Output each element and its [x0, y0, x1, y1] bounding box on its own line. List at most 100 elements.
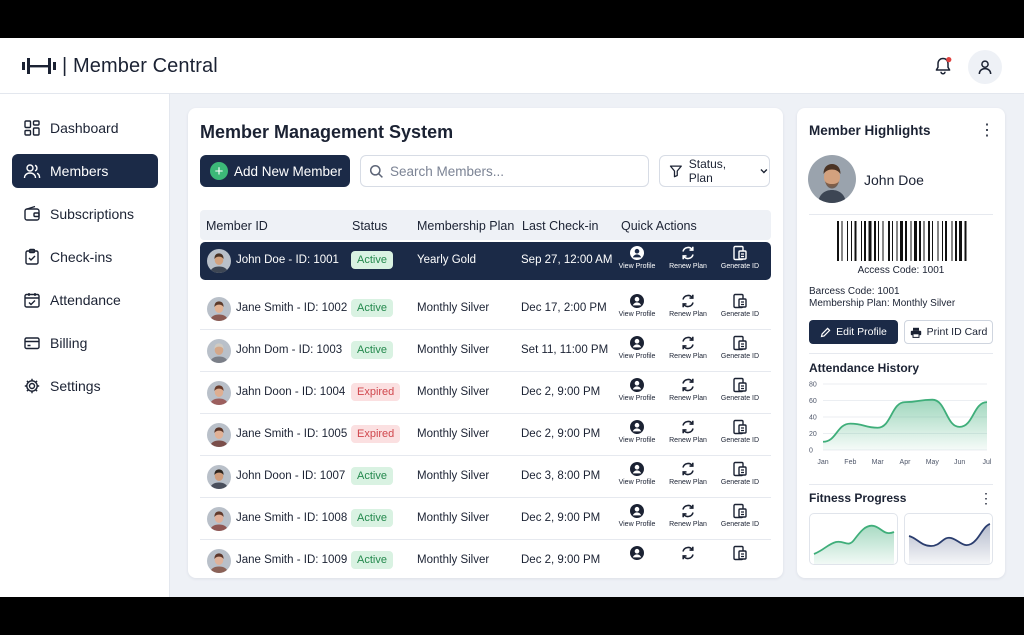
view-profile-button[interactable]: View Profile [612, 503, 662, 528]
generate-id-button[interactable]: Generate ID [715, 503, 765, 528]
y-tick-label: 80 [809, 382, 817, 389]
print-id-card-button[interactable]: Print ID Card [904, 320, 993, 344]
x-tick-label: Jun [954, 459, 965, 466]
sidebar-item-settings[interactable]: Settings [12, 369, 158, 403]
view-profile-button[interactable]: View Profile [612, 245, 662, 270]
last-check-in: Dec 3, 8:00 PM [521, 470, 601, 482]
sidebar-item-dashboard[interactable]: Dashboard [12, 111, 158, 145]
table-row[interactable]: John Doon - ID: 1007 Active Monthly Silver… [200, 456, 771, 498]
member-highlights-panel: Member Highlights ⋮ John Doe Access Code… [797, 108, 1005, 578]
filter-label: Status, Plan [688, 157, 727, 185]
sidebar-item-members[interactable]: Members [12, 154, 158, 188]
sidebar-item-label: Billing [50, 335, 88, 351]
x-tick-label: Jan [817, 459, 828, 466]
avatar [207, 507, 231, 531]
renew-plan-button[interactable]: Renew Plan [663, 293, 713, 318]
attendance-chart: 0 20 40 60 80 Jan Feb Mar Apr May Jun Jul [809, 382, 992, 467]
more-options-icon[interactable]: ⋮ [979, 123, 995, 139]
divider [809, 353, 993, 354]
action-label: View Profile [618, 521, 656, 528]
status-badge: Active [351, 509, 393, 527]
generate-id-button[interactable]: Generate ID [715, 419, 765, 444]
status-badge: Expired [351, 425, 401, 443]
generate-id-icon [733, 245, 747, 261]
status-badge: Active [351, 467, 393, 485]
sidebar-item-label: Members [50, 163, 109, 179]
sidebar-item-billing[interactable]: Billing [12, 326, 158, 360]
view-profile-button[interactable]: View Profile [612, 461, 662, 486]
view-profile-icon [630, 294, 644, 308]
generate-id-icon [733, 293, 747, 309]
generate-id-button[interactable]: Generate ID [715, 245, 765, 270]
y-tick-label: 40 [809, 415, 817, 422]
status-badge: Active [351, 341, 393, 359]
generate-id-button[interactable]: Generate ID [715, 377, 765, 402]
renew-plan-button[interactable]: Renew Plan [663, 335, 713, 360]
add-member-label: Add New Member [234, 163, 343, 179]
action-label: Generate ID [720, 479, 760, 486]
membership-plan: Monthly Silver [417, 386, 490, 398]
member-management-panel: Member Management System + Add New Membe… [188, 108, 783, 578]
renew-plan-button[interactable]: Renew Plan [663, 419, 713, 444]
last-check-in: Dec 17, 2:00 PM [521, 302, 607, 314]
search-input[interactable] [390, 163, 630, 179]
renew-plan-icon [682, 504, 694, 518]
view-profile-button[interactable] [612, 545, 662, 561]
renew-plan-button[interactable] [663, 545, 713, 561]
view-profile-button[interactable]: View Profile [612, 335, 662, 360]
barcode-code: Barcess Code: 1001 [809, 286, 900, 297]
sidebar-item-check-ins[interactable]: Check-ins [12, 240, 158, 274]
action-label: Renew Plan [669, 311, 707, 318]
more-options-icon[interactable]: ⋮ [979, 491, 993, 505]
action-label: Renew Plan [669, 479, 707, 486]
edit-profile-button[interactable]: Edit Profile [809, 320, 898, 344]
table-row[interactable]: Jahn Doon - ID: 1004 Expired Monthly Silve… [200, 372, 771, 414]
table-row[interactable]: Jane Smith - ID: 1009 Active Monthly Silve… [200, 540, 771, 578]
action-label: View Profile [618, 353, 656, 360]
renew-plan-button[interactable]: Renew Plan [663, 377, 713, 402]
renew-plan-button[interactable]: Renew Plan [663, 245, 713, 270]
view-profile-icon [630, 378, 644, 392]
users-icon [23, 164, 41, 179]
sidebar-item-subscriptions[interactable]: Subscriptions [12, 197, 158, 231]
column-header: Member ID [206, 219, 268, 233]
add-member-button[interactable]: + Add New Member [200, 155, 350, 187]
table-row[interactable]: John Doe - ID: 1001 Active Yearly Gold Sep … [200, 242, 771, 280]
clipboard-check-icon [25, 248, 39, 265]
generate-id-button[interactable]: Generate ID [715, 293, 765, 318]
renew-plan-button[interactable]: Renew Plan [663, 503, 713, 528]
search-icon [369, 164, 383, 178]
attendance-area [823, 399, 987, 450]
print-id-card-label: Print ID Card [926, 326, 988, 338]
action-label: Renew Plan [669, 521, 707, 528]
column-header: Last Check-in [522, 219, 599, 233]
filter-dropdown[interactable]: Status, Plan [659, 155, 770, 187]
plus-icon: + [210, 162, 228, 180]
view-profile-button[interactable]: View Profile [612, 377, 662, 402]
renew-plan-icon [682, 462, 694, 476]
member-name: Jane Smith - ID: 1002 [236, 302, 348, 314]
generate-id-button[interactable] [715, 545, 765, 561]
view-profile-icon [630, 546, 644, 560]
printer-icon [910, 327, 921, 338]
table-row[interactable]: Jane Smith - ID: 1008 Active Monthly Silve… [200, 498, 771, 540]
x-tick-label: Feb [844, 459, 856, 466]
renew-plan-button[interactable]: Renew Plan [663, 461, 713, 486]
notification-bell-icon[interactable] [933, 56, 953, 76]
view-profile-button[interactable]: View Profile [612, 419, 662, 444]
gear-icon [24, 378, 40, 394]
table-row[interactable]: Jane Smith - ID: 1002 Active Monthly Silve… [200, 288, 771, 330]
generate-id-button[interactable]: Generate ID [715, 335, 765, 360]
sidebar-item-label: Check-ins [50, 249, 113, 265]
member-name: Jane Smith - ID: 1008 [236, 512, 348, 524]
table-row[interactable]: Jane Smith - ID: 1005 Expired Monthly Silv… [200, 414, 771, 456]
view-profile-button[interactable]: View Profile [612, 293, 662, 318]
sidebar-item-attendance[interactable]: Attendance [12, 283, 158, 317]
filter-icon [669, 165, 682, 178]
search-box[interactable] [360, 155, 649, 187]
renew-plan-icon [682, 546, 694, 560]
table-row[interactable]: John Dom - ID: 1003 Active Monthly Silver S… [200, 330, 771, 372]
generate-id-button[interactable]: Generate ID [715, 461, 765, 486]
user-menu-button[interactable] [968, 50, 1002, 84]
generate-id-icon [733, 545, 747, 561]
